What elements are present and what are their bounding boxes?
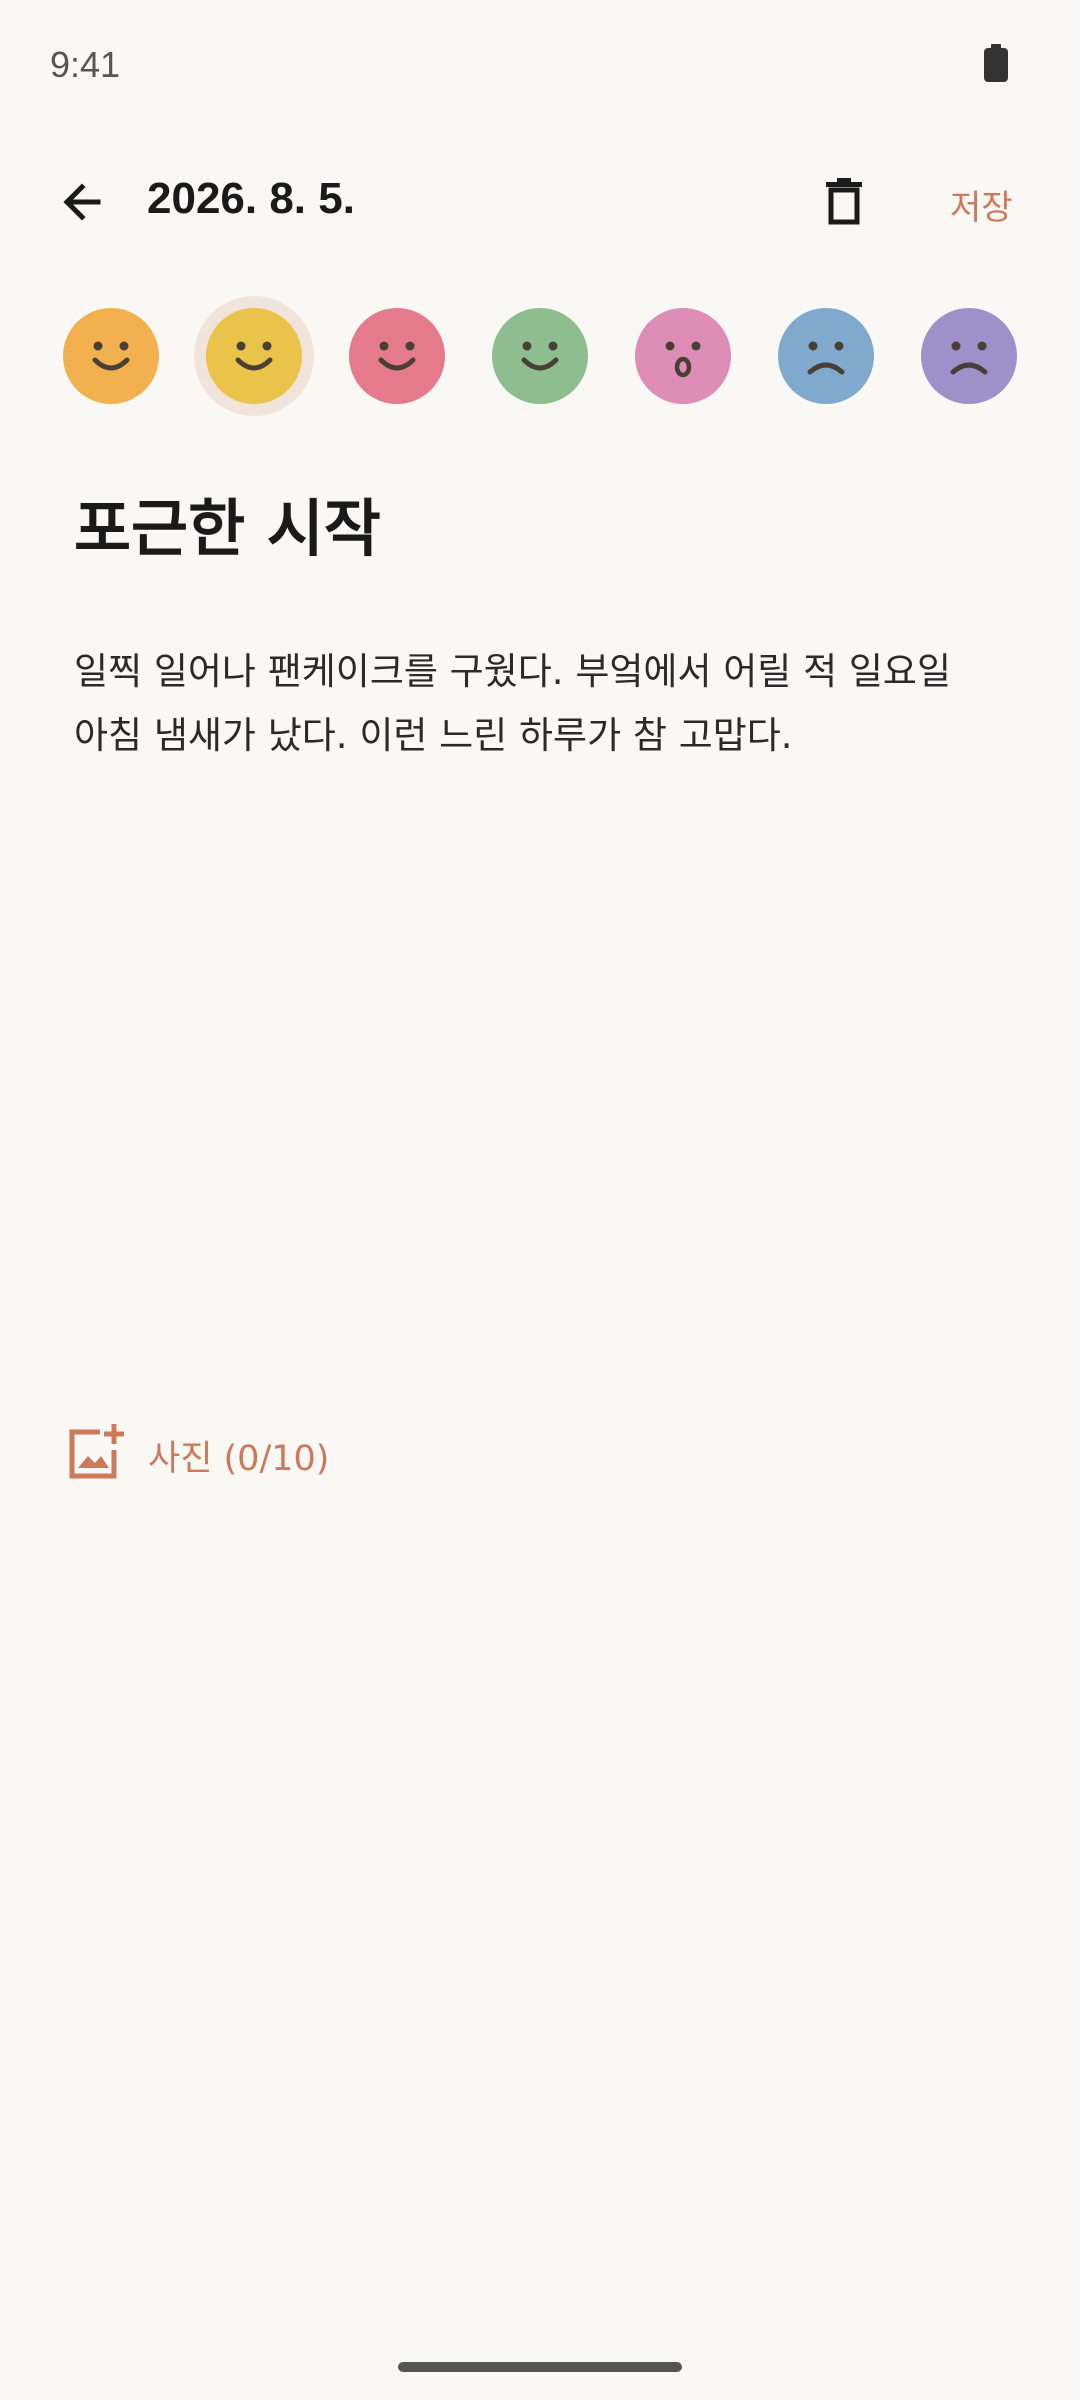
face-icon — [807, 341, 845, 375]
entry-body[interactable]: 일찍 일어나 팬케이크를 구웠다. 부엌에서 어릴 적 일요일 아침 냄새가 났… — [74, 640, 1014, 768]
photo-count-label: 사진 (0/10) — [148, 1439, 330, 1479]
entry-body-line: 아침 냄새가 났다. 이런 느린 하루가 참 고맙다. — [74, 714, 793, 757]
top-app-bar: 2026. 8. 5. 저장 — [0, 140, 1080, 265]
delete-button[interactable] — [812, 170, 876, 234]
mood-sad-purple[interactable] — [921, 308, 1017, 404]
mood-happy-orange[interactable] — [63, 308, 159, 404]
save-button[interactable]: 저장 — [950, 180, 1013, 229]
mood-selector — [0, 296, 1080, 416]
mood-happy-pink[interactable] — [349, 308, 445, 404]
arrow-back-icon — [63, 183, 101, 221]
mood-happy-yellow[interactable] — [206, 308, 302, 404]
mood-happy-green[interactable] — [492, 308, 588, 404]
entry-title[interactable]: 포근한 시작 — [74, 478, 381, 568]
battery-icon — [984, 44, 1008, 82]
face-icon — [92, 341, 130, 371]
back-button[interactable] — [52, 170, 116, 234]
trash-icon — [826, 178, 862, 225]
face-icon — [521, 341, 559, 371]
face-icon — [950, 341, 988, 375]
home-indicator[interactable] — [398, 2362, 682, 2372]
status-bar: 9:41 — [0, 0, 1080, 130]
face-icon — [235, 341, 273, 371]
status-time: 9:41 — [50, 44, 121, 85]
add-photo-icon — [69, 1424, 124, 1479]
face-icon — [665, 341, 701, 378]
entry-body-line: 일찍 일어나 팬케이크를 구웠다. 부엌에서 어릴 적 일요일 — [74, 650, 952, 693]
mood-sad-blue[interactable] — [778, 308, 874, 404]
mood-surprised-pink[interactable] — [635, 308, 731, 404]
face-icon — [378, 341, 416, 371]
entry-date: 2026. 8. 5. — [147, 174, 355, 223]
